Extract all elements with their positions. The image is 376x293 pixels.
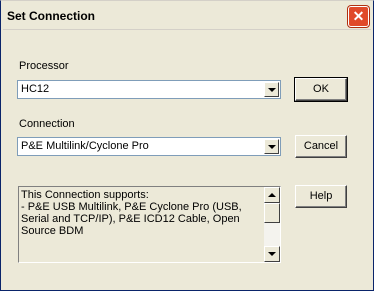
help-button[interactable]: Help xyxy=(295,185,347,208)
processor-label: Processor xyxy=(19,60,69,72)
ok-button[interactable]: OK xyxy=(294,77,348,102)
close-x-icon: ✕ xyxy=(352,8,365,24)
connection-label: Connection xyxy=(19,118,75,130)
chevron-down-icon[interactable] xyxy=(264,139,279,154)
supports-text: This Connection supports: - P&E USB Mult… xyxy=(21,189,242,237)
cancel-button[interactable]: Cancel xyxy=(295,135,347,158)
scroll-up-icon[interactable] xyxy=(264,187,280,203)
close-button[interactable]: ✕ xyxy=(348,6,369,27)
vertical-scrollbar[interactable] xyxy=(264,187,280,262)
chevron-down-icon[interactable] xyxy=(264,82,279,97)
connection-value: P&E Multilink/Cyclone Pro xyxy=(21,140,149,152)
scroll-thumb[interactable] xyxy=(264,203,280,223)
processor-select[interactable]: HC12 xyxy=(17,80,281,99)
title-bar[interactable]: Set Connection ✕ xyxy=(3,3,371,30)
set-connection-dialog: Set Connection ✕ Processor HC12 Connecti… xyxy=(0,0,374,291)
processor-value: HC12 xyxy=(21,83,50,95)
window-title: Set Connection xyxy=(7,9,96,23)
supports-textbox[interactable]: This Connection supports: - P&E USB Mult… xyxy=(18,186,281,263)
connection-select[interactable]: P&E Multilink/Cyclone Pro xyxy=(17,137,281,156)
scroll-down-icon[interactable] xyxy=(264,246,280,262)
